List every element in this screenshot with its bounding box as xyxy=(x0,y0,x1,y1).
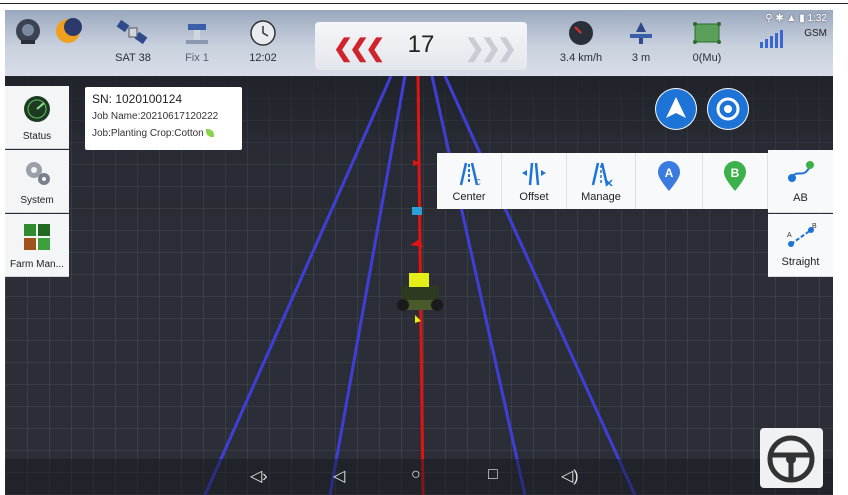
point-b-pin-icon: B xyxy=(724,161,746,191)
job-info-card: SN: 1020100124 Job Name:20210617120222 J… xyxy=(85,87,242,150)
signal-icon: ▲ xyxy=(786,13,797,24)
recenter-button[interactable] xyxy=(707,88,749,130)
set-point-a-button[interactable]: A xyxy=(636,153,703,209)
clock-icon xyxy=(248,18,278,53)
serial-number: SN: 1020100124 xyxy=(92,92,183,106)
nav-system-button[interactable]: System xyxy=(5,150,69,213)
ab-label: AB xyxy=(793,192,808,204)
speedometer-icon xyxy=(566,18,596,53)
gps-fix-icon xyxy=(180,18,214,53)
locate-icon xyxy=(708,89,748,129)
area-icon xyxy=(691,18,723,53)
time-value: 12:02 xyxy=(249,52,277,64)
job-crop-line: Job:Planting Crop:Cotton xyxy=(92,128,214,139)
satellite-icon xyxy=(116,18,150,53)
signal-bars-icon xyxy=(759,30,783,53)
speed-status: 3.4 km/h xyxy=(560,10,602,76)
job-name: Job Name:20210617120222 xyxy=(92,111,219,122)
straight-point-a-letter: A xyxy=(787,232,792,239)
job-crop-text: Job:Planting Crop:Cotton xyxy=(92,128,204,139)
straight-mode-button[interactable]: AB Straight xyxy=(768,214,833,277)
area-value: 0(Mu) xyxy=(692,52,722,64)
center-line-icon: C xyxy=(459,162,481,187)
center-button[interactable]: C Center xyxy=(437,153,502,209)
ab-line-icon xyxy=(787,161,814,182)
forward-arrows-icon: ❯❯❯ xyxy=(464,35,517,62)
manage-lines-icon xyxy=(591,162,613,187)
satellite-status: SAT 38 xyxy=(113,10,153,76)
point-a-letter: A xyxy=(665,166,674,180)
time-status: 12:02 xyxy=(243,10,283,76)
screen: SAT 38 Fix 1 12:02 ❮❮❮ 17 ❯❯❯ 3.4 km/h 3… xyxy=(5,10,833,495)
manage-button[interactable]: Manage xyxy=(567,153,636,209)
home-icon[interactable]: ○ xyxy=(411,466,421,484)
farm-field-icon xyxy=(24,224,50,250)
android-clock: 1:32 xyxy=(807,13,827,24)
fix-status: Fix 1 xyxy=(177,10,217,76)
nav-status-button[interactable]: Status xyxy=(5,86,69,149)
set-point-b-button[interactable]: B xyxy=(703,153,768,209)
distance-status: 3 m xyxy=(621,10,661,76)
straight-point-b-letter: B xyxy=(812,223,817,230)
center-label: Center xyxy=(452,191,486,203)
leaf-icon xyxy=(205,129,214,138)
point-a-pin-icon: A xyxy=(658,161,680,191)
bluetooth-icon: ✱ xyxy=(775,13,784,24)
navigation-arrow-icon xyxy=(656,89,696,129)
location-icon: ⚲ xyxy=(765,13,773,24)
point-b-letter: B xyxy=(731,166,740,180)
straight-line-icon: AB xyxy=(787,223,817,247)
nav-status-label: Status xyxy=(22,131,52,142)
battery-icon: ▮ xyxy=(799,13,805,24)
app-frame: SAT 38 Fix 1 12:02 ❮❮❮ 17 ❯❯❯ 3.4 km/h 3… xyxy=(0,0,848,495)
steering-wheel-icon xyxy=(767,435,815,483)
svg-text:C: C xyxy=(475,178,481,187)
offset-button[interactable]: Offset xyxy=(502,153,567,209)
day-night-icon[interactable] xyxy=(53,16,83,46)
manage-label: Manage xyxy=(581,191,621,203)
field-3d-view[interactable] xyxy=(5,10,833,495)
offset-label: Offset xyxy=(519,191,549,203)
ab-mode-button[interactable]: AB xyxy=(768,150,833,213)
android-nav-bar: ◁› ◁ ○ □ ◁) xyxy=(5,459,833,495)
network-type: GSM xyxy=(804,28,827,39)
status-gauge-icon xyxy=(24,96,50,122)
nav-system-label: System xyxy=(20,195,54,206)
back-icon[interactable]: ◁ xyxy=(333,466,345,486)
north-view-button[interactable] xyxy=(655,88,697,130)
volume-down-icon[interactable]: ◁› xyxy=(250,466,268,486)
offset-icon xyxy=(522,162,546,186)
line-indicator: ❮❮❮ 17 ❯❯❯ xyxy=(315,22,527,70)
android-status: ⚲ ✱ ▲ ▮ 1:32 xyxy=(765,13,827,24)
nav-farm-label: Farm Man... xyxy=(10,259,64,270)
gear-icon xyxy=(26,162,50,185)
top-divider xyxy=(0,3,848,4)
camera-icon[interactable] xyxy=(13,16,43,46)
straight-label: Straight xyxy=(781,256,820,268)
status-bar: SAT 38 Fix 1 12:02 ❮❮❮ 17 ❯❯❯ 3.4 km/h 3… xyxy=(5,10,833,76)
area-status: 0(Mu) xyxy=(687,10,727,76)
recent-apps-icon[interactable]: □ xyxy=(488,466,498,484)
nav-farm-button[interactable]: Farm Man... xyxy=(5,214,69,277)
auto-steer-button[interactable] xyxy=(760,428,823,488)
volume-up-icon[interactable]: ◁) xyxy=(561,466,579,486)
offset-distance-icon xyxy=(626,18,656,53)
